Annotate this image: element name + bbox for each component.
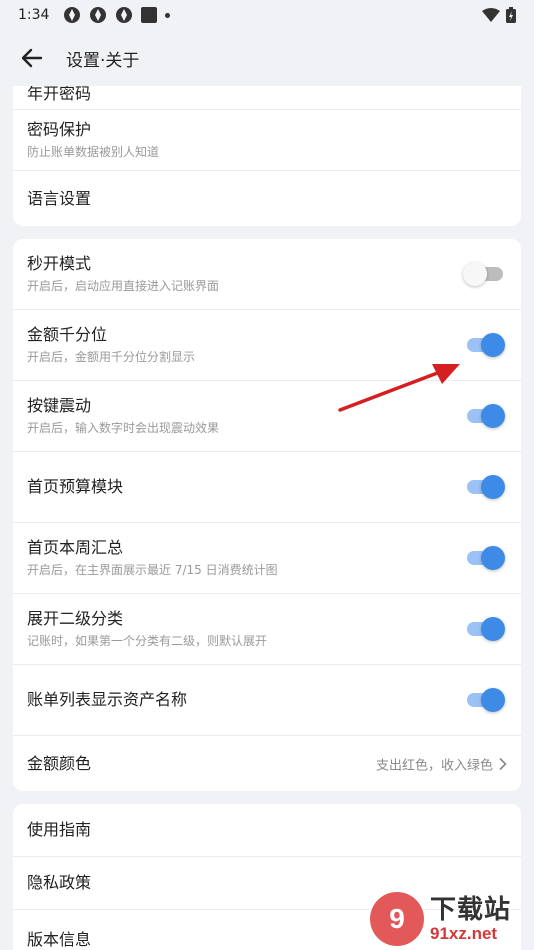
toggle-knob (463, 262, 487, 286)
row-subtitle: 开启后，启动应用直接进入记账界面 (27, 279, 220, 293)
show-asset-name-toggle[interactable] (467, 688, 505, 712)
row-title: 首页本周汇总 (27, 538, 124, 557)
row-title: 语言设置 (27, 188, 92, 208)
status-notification-icons (63, 6, 171, 24)
toggle-knob (481, 688, 505, 712)
weekly-summary-toggle[interactable] (467, 546, 505, 570)
row-subtitle: 开启后，金额用千分位分割显示 (27, 350, 196, 364)
general-settings-card: 秒开模式 开启后，启动应用直接进入记账界面 金额千分位 开启后，金额用千分位分割… (13, 239, 521, 791)
row-title: 金额千分位 (27, 325, 108, 344)
toggle-knob (481, 333, 505, 357)
settings-row-language[interactable]: 语言设置 (13, 171, 521, 226)
settings-row-user-guide[interactable]: 使用指南 (13, 804, 521, 857)
status-bar: 1:34 (0, 0, 534, 30)
settings-row-cut[interactable]: 年开密码 (13, 86, 521, 110)
toggle-knob (481, 404, 505, 428)
wifi-icon (482, 8, 500, 22)
row-title: 首页预算模块 (27, 477, 124, 496)
row-title: 年开密码 (27, 86, 92, 103)
row-subtitle: 开启后，输入数字时会出现震动效果 (27, 421, 220, 435)
watermark-domain: 91xz.net (430, 924, 498, 943)
back-button[interactable] (12, 38, 52, 78)
toggle-knob (481, 475, 505, 499)
battery-icon (506, 7, 516, 23)
row-value-text: 支出红色，收入绿色 (375, 758, 493, 773)
settings-row-password-protection[interactable]: 密码保护 防止账单数据被别人知道 (13, 110, 521, 171)
toggle-knob (481, 546, 505, 570)
security-settings-card: 年开密码 密码保护 防止账单数据被别人知道 语言设置 (13, 86, 521, 226)
row-title: 按键震动 (27, 396, 92, 415)
row-title: 版本信息 (27, 930, 92, 949)
settings-row-key-vibration[interactable]: 按键震动 开启后，输入数字时会出现震动效果 (13, 381, 521, 452)
row-subtitle: 开启后，在主界面展示最近 7/15 日消费统计图 (27, 563, 278, 577)
settings-row-home-budget[interactable]: 首页预算模块 (13, 452, 521, 523)
thousands-separator-toggle[interactable] (467, 333, 505, 357)
notification-icon (64, 7, 81, 23)
settings-row-thousands-separator[interactable]: 金额千分位 开启后，金额用千分位分割显示 (13, 310, 521, 381)
status-system-icons (482, 7, 516, 23)
key-vibration-toggle[interactable] (467, 404, 505, 428)
notification-icon (116, 7, 133, 23)
row-title: 金额颜色 (27, 753, 92, 773)
row-title: 使用指南 (27, 820, 92, 839)
page-title: 设置·关于 (66, 50, 140, 71)
settings-list[interactable]: 年开密码 密码保护 防止账单数据被别人知道 语言设置 秒开模式 开启后，启动应用… (0, 86, 534, 950)
status-time: 1:34 (18, 7, 50, 23)
settings-row-expand-subcategory[interactable]: 展开二级分类 记账时，如果第一个分类有二级，则默认展开 (13, 594, 521, 665)
amount-color-value: 支出红色，收入绿色 (376, 754, 507, 773)
row-title: 隐私政策 (27, 873, 92, 892)
arrow-left-icon (21, 48, 43, 68)
notification-icon (90, 7, 107, 23)
home-budget-toggle[interactable] (467, 475, 505, 499)
watermark-logo: 9 (370, 892, 424, 946)
chevron-right-icon (499, 757, 507, 770)
settings-row-weekly-summary[interactable]: 首页本周汇总 开启后，在主界面展示最近 7/15 日消费统计图 (13, 523, 521, 594)
row-title: 秒开模式 (27, 254, 92, 273)
settings-row-quick-launch[interactable]: 秒开模式 开启后，启动应用直接进入记账界面 (13, 239, 521, 310)
row-title: 展开二级分类 (27, 609, 124, 628)
watermark: 9 下载站 91xz.net (370, 890, 530, 948)
more-notifications-dot (165, 12, 171, 18)
toggle-knob (481, 617, 505, 641)
row-subtitle: 记账时，如果第一个分类有二级，则默认展开 (27, 634, 268, 648)
app-notification-icon (141, 7, 158, 23)
row-title: 账单列表显示资产名称 (27, 690, 188, 709)
settings-row-amount-color[interactable]: 金额颜色 支出红色，收入绿色 (13, 736, 521, 791)
expand-subcategory-toggle[interactable] (467, 617, 505, 641)
row-title: 密码保护 (27, 120, 92, 139)
settings-row-show-asset-name[interactable]: 账单列表显示资产名称 (13, 665, 521, 736)
watermark-title: 下载站 (430, 894, 512, 924)
row-subtitle: 防止账单数据被别人知道 (27, 145, 160, 159)
app-bar: 设置·关于 (0, 30, 534, 86)
quick-launch-toggle[interactable] (463, 262, 503, 286)
